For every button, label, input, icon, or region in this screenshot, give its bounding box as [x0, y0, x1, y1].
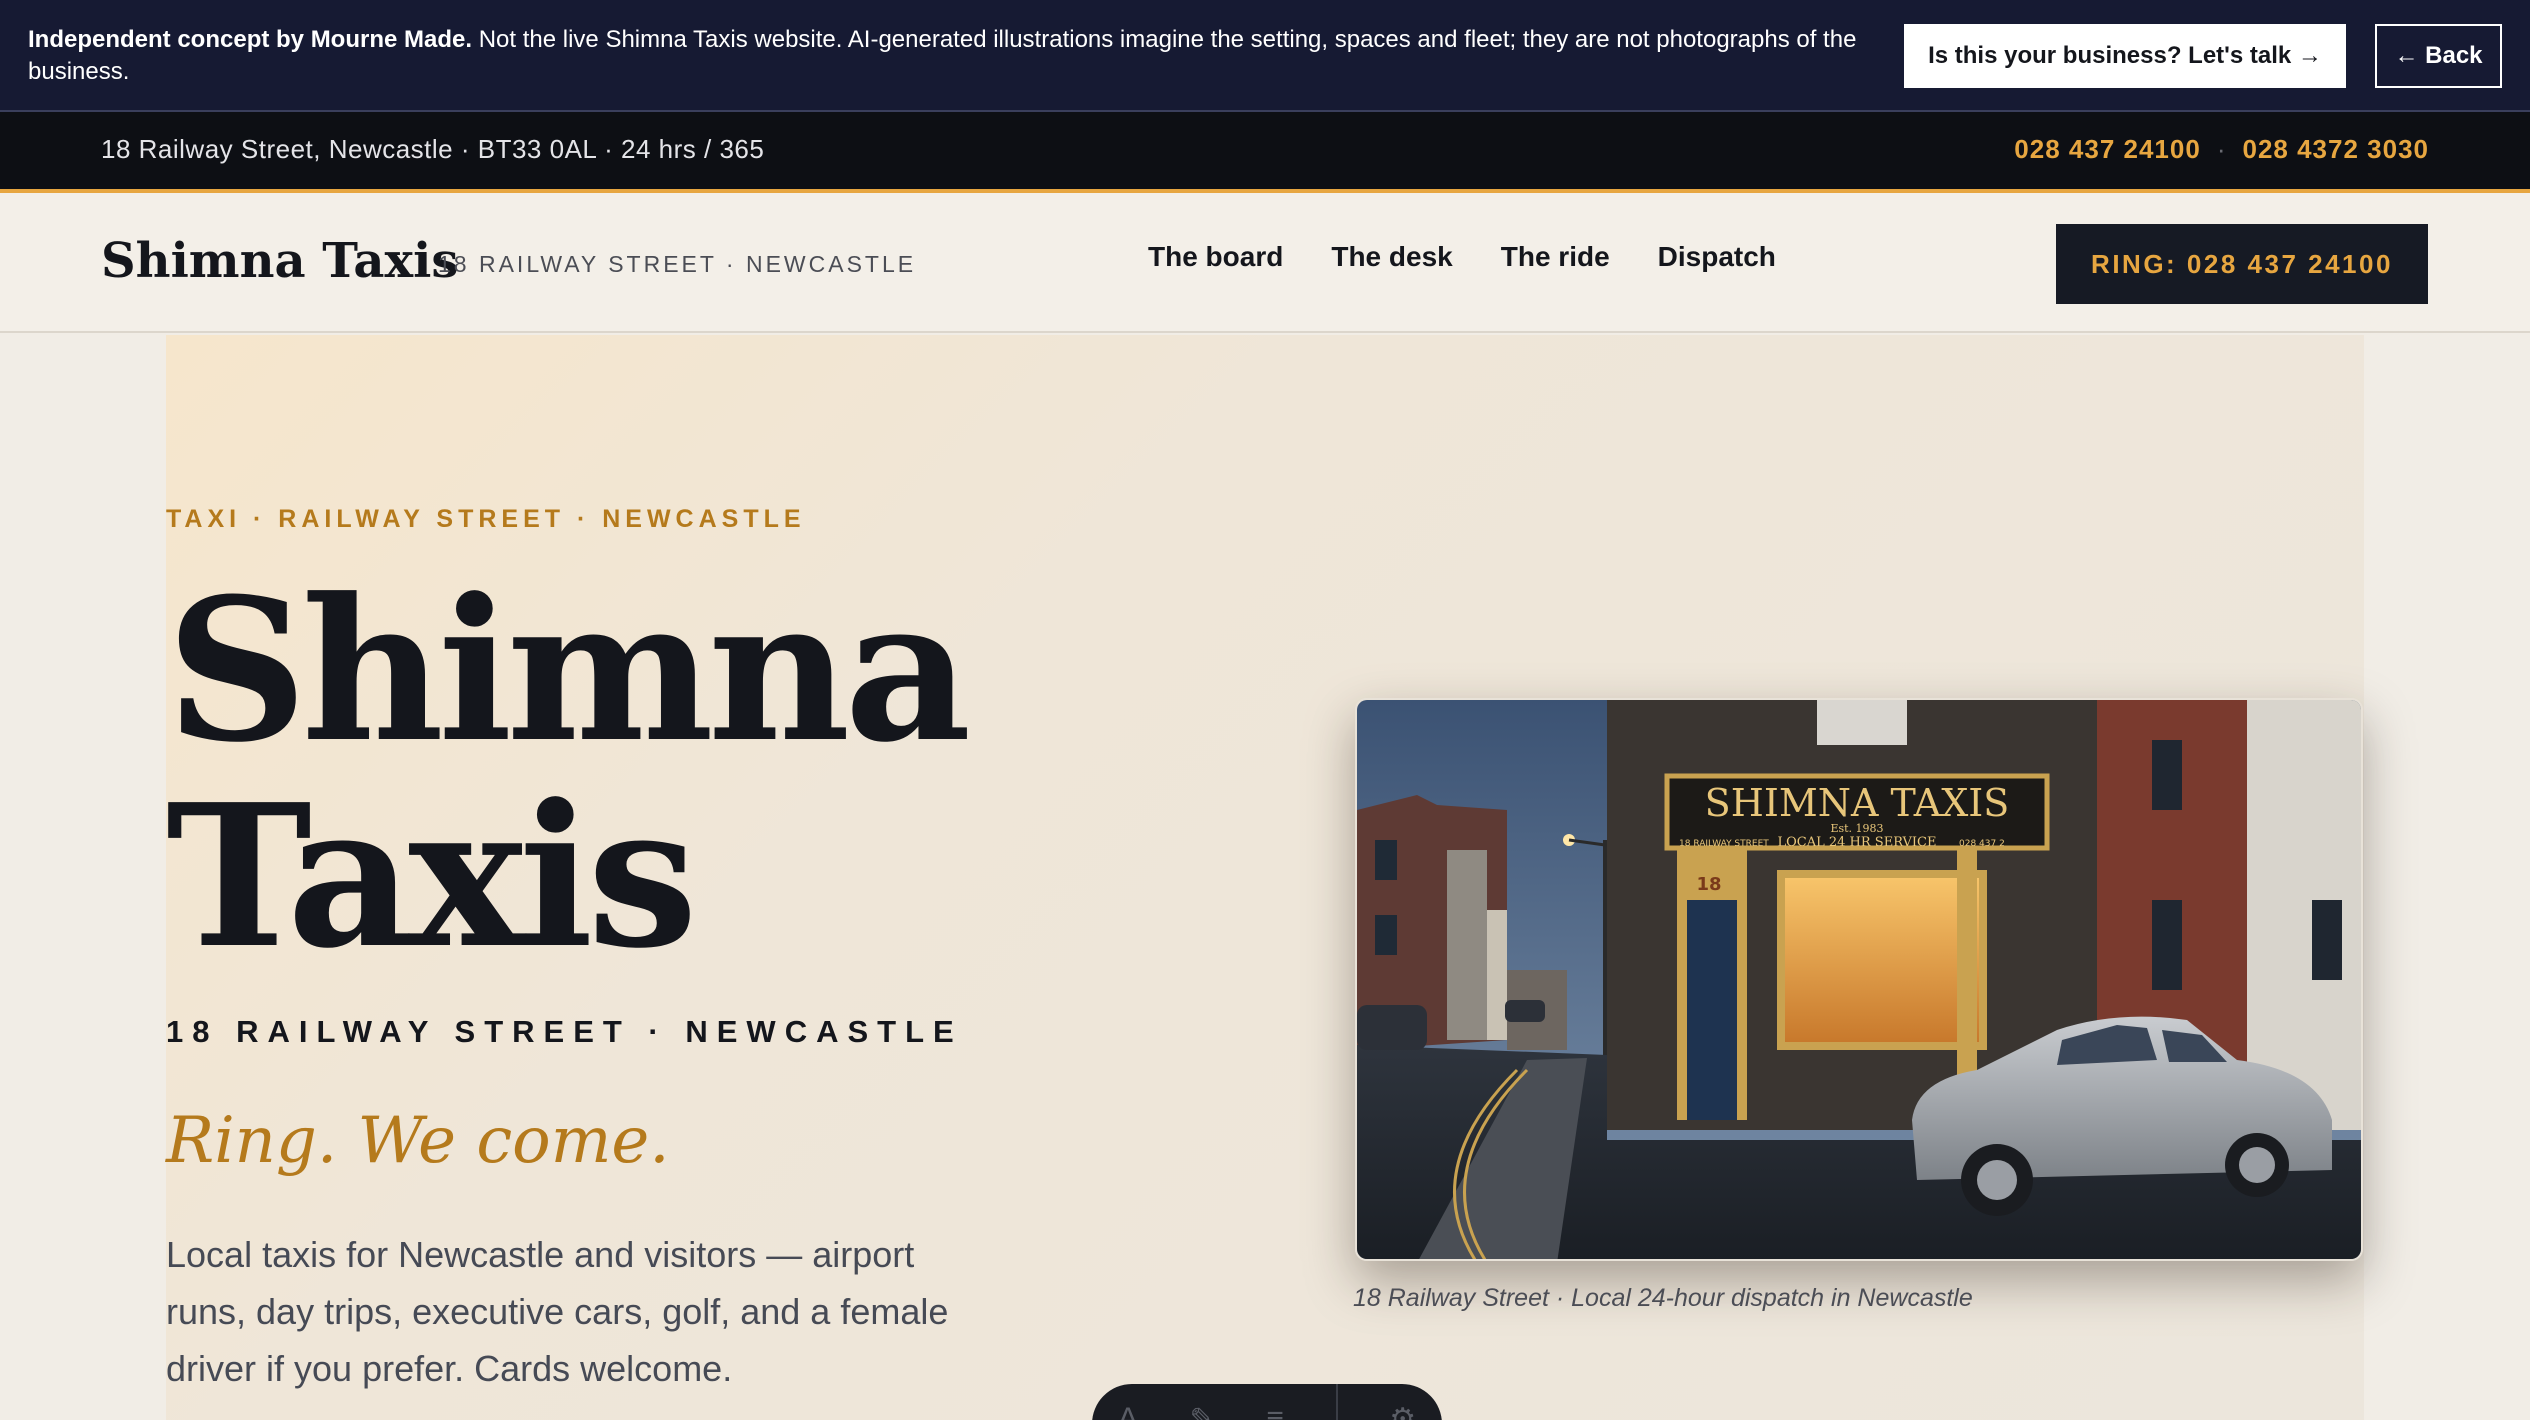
sign-address: 18 RAILWAY STREET	[1679, 839, 1769, 849]
toolbar-divider	[1335, 1384, 1338, 1420]
info-phones: 028 437 24100 · 028 4372 3030	[2014, 134, 2429, 165]
brand-logo[interactable]: Shimna Taxis	[101, 233, 458, 289]
text-tool-icon[interactable]: A	[1118, 1402, 1138, 1420]
concept-notice-bold: Independent concept by Mourne Made.	[28, 26, 473, 53]
nav-item-the-ride[interactable]: The ride	[1501, 241, 1610, 273]
site-header: Shimna Taxis 18 RAILWAY STREET · NEWCAST…	[0, 193, 2530, 333]
hero-eyebrow: TAXI · RAILWAY STREET · NEWCASTLE	[166, 505, 806, 533]
lets-talk-button[interactable]: Is this your business? Let's talk →	[1904, 24, 2346, 88]
storefront-image: SHIMNA TAXIS Est. 1983 LOCAL 24 HR SERVI…	[1357, 700, 2361, 1259]
main-nav: The board The desk The ride Dispatch	[1148, 241, 1776, 273]
settings-gear-icon[interactable]: ⚙	[1389, 1402, 1416, 1420]
sign-phone: 028 437 2	[1959, 839, 2005, 849]
sign-service: LOCAL 24 HR SERVICE	[1777, 835, 1936, 850]
ring-button[interactable]: RING: 028 437 24100	[2056, 224, 2428, 304]
hero-address: 18 RAILWAY STREET · NEWCASTLE	[166, 1014, 963, 1049]
phone-separator: ·	[2216, 134, 2227, 164]
back-button[interactable]: ← Back	[2375, 24, 2502, 88]
brand-subtitle: 18 RAILWAY STREET · NEWCASTLE	[438, 251, 917, 277]
hero-title-line-2: Taxis	[166, 762, 698, 992]
sign-title: SHIMNA TAXIS	[1705, 781, 2010, 825]
concept-notice: Independent concept by Mourne Made. Not …	[28, 24, 1868, 88]
hero-tagline: Ring. We come.	[166, 1104, 670, 1178]
pen-icon[interactable]: ✎	[1190, 1402, 1215, 1420]
hero-title: Shimna Taxis	[166, 556, 971, 992]
nav-item-dispatch[interactable]: Dispatch	[1658, 241, 1776, 273]
phone-link-2[interactable]: 028 4372 3030	[2242, 134, 2429, 165]
door-number: 18	[1696, 874, 1721, 895]
menu-lines-icon[interactable]: ≡	[1266, 1402, 1284, 1420]
concept-banner: Independent concept by Mourne Made. Not …	[0, 0, 2530, 112]
storefront-illustration: SHIMNA TAXIS Est. 1983 LOCAL 24 HR SERVI…	[1355, 698, 2363, 1261]
info-address: 18 Railway Street, Newcastle · BT33 0AL …	[101, 134, 765, 164]
hero-title-line-1: Shimna	[166, 556, 971, 786]
info-bar: 18 Railway Street, Newcastle · BT33 0AL …	[0, 112, 2530, 193]
phone-link-1[interactable]: 028 437 24100	[2014, 134, 2201, 165]
sign-est: Est. 1983	[1830, 822, 1883, 835]
nav-item-the-board[interactable]: The board	[1148, 241, 1283, 273]
hero-description: Local taxis for Newcastle and visitors —…	[166, 1234, 949, 1389]
illustration-caption: 18 Railway Street · Local 24-hour dispat…	[1353, 1284, 1973, 1312]
nav-item-the-desk[interactable]: The desk	[1331, 241, 1452, 273]
floating-toolbar: A ✎ ≡ ⚙	[1092, 1384, 1442, 1420]
